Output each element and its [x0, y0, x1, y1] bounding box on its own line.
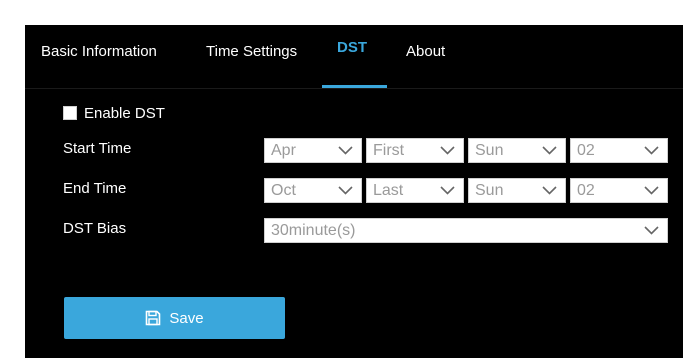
chevron-down-icon — [644, 226, 659, 235]
end-month-select[interactable]: Oct — [264, 178, 362, 203]
end-hour-select[interactable]: 02 — [570, 178, 668, 203]
enable-dst-label: Enable DST — [84, 104, 165, 122]
chevron-down-icon — [644, 146, 659, 155]
end-week-value: Last — [373, 182, 404, 199]
start-week-select[interactable]: First — [366, 138, 464, 163]
start-month-value: Apr — [271, 142, 296, 159]
chevron-down-icon — [440, 146, 455, 155]
start-time-label: Start Time — [63, 140, 132, 157]
end-time-label: End Time — [63, 180, 127, 197]
start-day-select[interactable]: Sun — [468, 138, 566, 163]
tab-time-settings[interactable]: Time Settings — [206, 41, 297, 81]
chevron-down-icon — [542, 186, 557, 195]
enable-dst-toggle[interactable]: Enable DST — [63, 102, 165, 124]
chevron-down-icon — [542, 146, 557, 155]
save-button-label: Save — [169, 309, 204, 327]
dst-bias-label: DST Bias — [63, 220, 127, 237]
tab-about[interactable]: About — [406, 41, 445, 81]
dst-bias-select[interactable]: 30minute(s) — [264, 218, 668, 243]
dst-bias-value: 30minute(s) — [271, 222, 356, 239]
tab-divider — [25, 88, 683, 89]
end-week-select[interactable]: Last — [366, 178, 464, 203]
chevron-down-icon — [644, 186, 659, 195]
tab-basic-information[interactable]: Basic Information — [41, 41, 157, 81]
enable-dst-checkbox[interactable] — [63, 106, 77, 120]
chevron-down-icon — [338, 186, 353, 195]
start-month-select[interactable]: Apr — [264, 138, 362, 163]
tab-dst[interactable]: DST — [337, 37, 367, 77]
save-button[interactable]: Save — [64, 297, 285, 339]
settings-panel: Basic Information Time Settings DST Abou… — [25, 25, 683, 358]
start-week-value: First — [373, 142, 405, 159]
end-hour-value: 02 — [577, 182, 595, 199]
end-day-value: Sun — [475, 182, 504, 199]
end-day-select[interactable]: Sun — [468, 178, 566, 203]
chevron-down-icon — [338, 146, 353, 155]
save-icon — [146, 310, 161, 326]
chevron-down-icon — [440, 186, 455, 195]
start-hour-select[interactable]: 02 — [570, 138, 668, 163]
end-month-value: Oct — [271, 182, 296, 199]
start-hour-value: 02 — [577, 142, 595, 159]
start-day-value: Sun — [475, 142, 504, 159]
tab-bar: Basic Information Time Settings DST Abou… — [25, 25, 683, 89]
